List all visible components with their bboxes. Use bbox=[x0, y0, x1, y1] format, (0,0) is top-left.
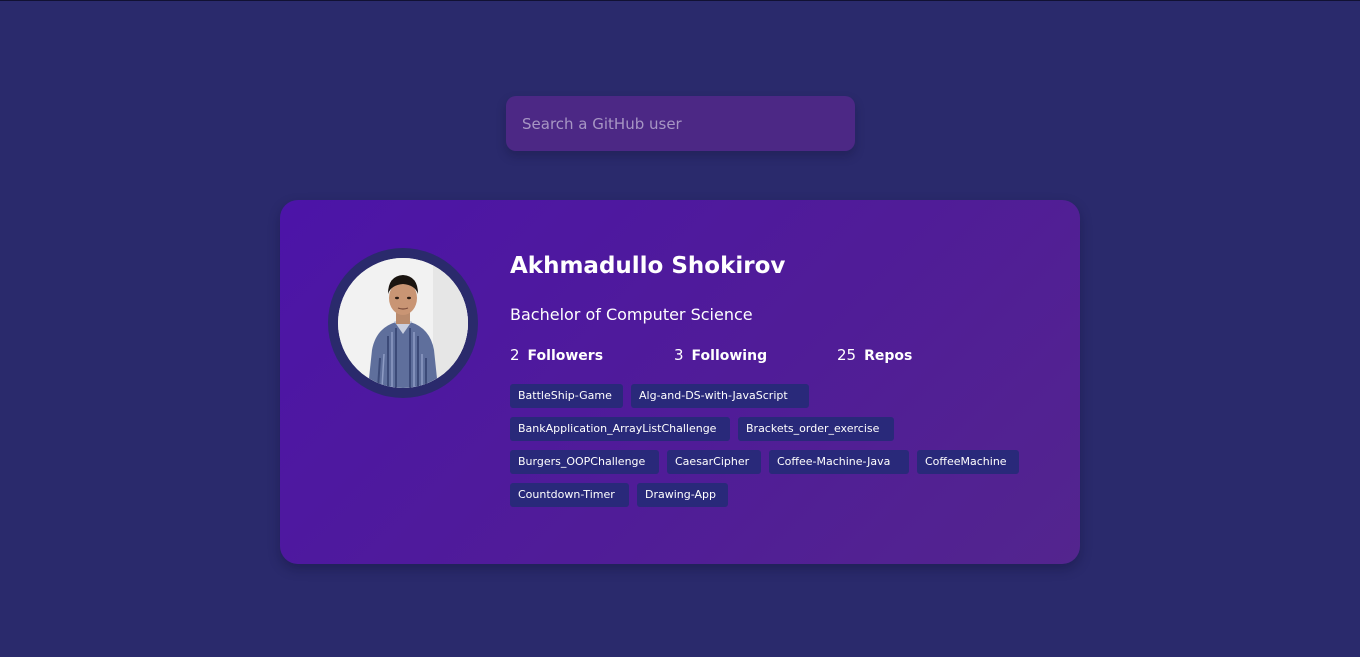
repo-link[interactable]: Drawing-App bbox=[637, 483, 728, 507]
avatar-ring bbox=[328, 248, 478, 398]
repo-row: BattleShip-Game Alg-and-DS-with-JavaScri… bbox=[510, 384, 1050, 408]
repo-link[interactable]: Countdown-Timer bbox=[510, 483, 629, 507]
avatar bbox=[338, 258, 468, 388]
user-name: Akhmadullo Shokirov bbox=[510, 253, 786, 279]
repo-link[interactable]: CaesarCipher bbox=[667, 450, 761, 474]
repo-link[interactable]: Brackets_order_exercise bbox=[738, 417, 894, 441]
avatar-photo bbox=[338, 258, 468, 388]
followers-count: 2 bbox=[510, 346, 520, 364]
repos-count: 25 bbox=[837, 346, 857, 364]
user-info: Akhmadullo Shokirov Bachelor of Computer… bbox=[510, 250, 1050, 507]
repo-link[interactable]: BattleShip-Game bbox=[510, 384, 623, 408]
stat-following: 3 Following bbox=[674, 345, 767, 366]
repo-link[interactable]: Alg-and-DS-with-JavaScript bbox=[631, 384, 809, 408]
repo-link[interactable]: BankApplication_ArrayListChallenge bbox=[510, 417, 730, 441]
repo-list: BattleShip-Game Alg-and-DS-with-JavaScri… bbox=[510, 384, 1050, 516]
repo-row: Countdown-Timer Drawing-App bbox=[510, 483, 1050, 507]
repo-row: Burgers_OOPChallenge CaesarCipher Coffee… bbox=[510, 450, 1050, 474]
following-count: 3 bbox=[674, 346, 684, 364]
repo-link[interactable]: CoffeeMachine bbox=[917, 450, 1019, 474]
repo-row: BankApplication_ArrayListChallenge Brack… bbox=[510, 417, 1050, 441]
user-bio: Bachelor of Computer Science bbox=[510, 305, 753, 324]
search-form bbox=[506, 96, 855, 151]
search-input[interactable] bbox=[506, 96, 855, 151]
user-stats: 2 Followers 3 Following 25 Repos bbox=[510, 345, 1050, 367]
repo-link[interactable]: Burgers_OOPChallenge bbox=[510, 450, 659, 474]
stat-repos: 25 Repos bbox=[837, 345, 912, 366]
stat-followers: 2 Followers bbox=[510, 345, 603, 366]
repo-link[interactable]: Coffee-Machine-Java bbox=[769, 450, 909, 474]
profile-card: Akhmadullo Shokirov Bachelor of Computer… bbox=[280, 200, 1080, 564]
followers-label: Followers bbox=[527, 348, 604, 364]
repos-label: Repos bbox=[864, 348, 913, 364]
following-label: Following bbox=[691, 348, 768, 364]
